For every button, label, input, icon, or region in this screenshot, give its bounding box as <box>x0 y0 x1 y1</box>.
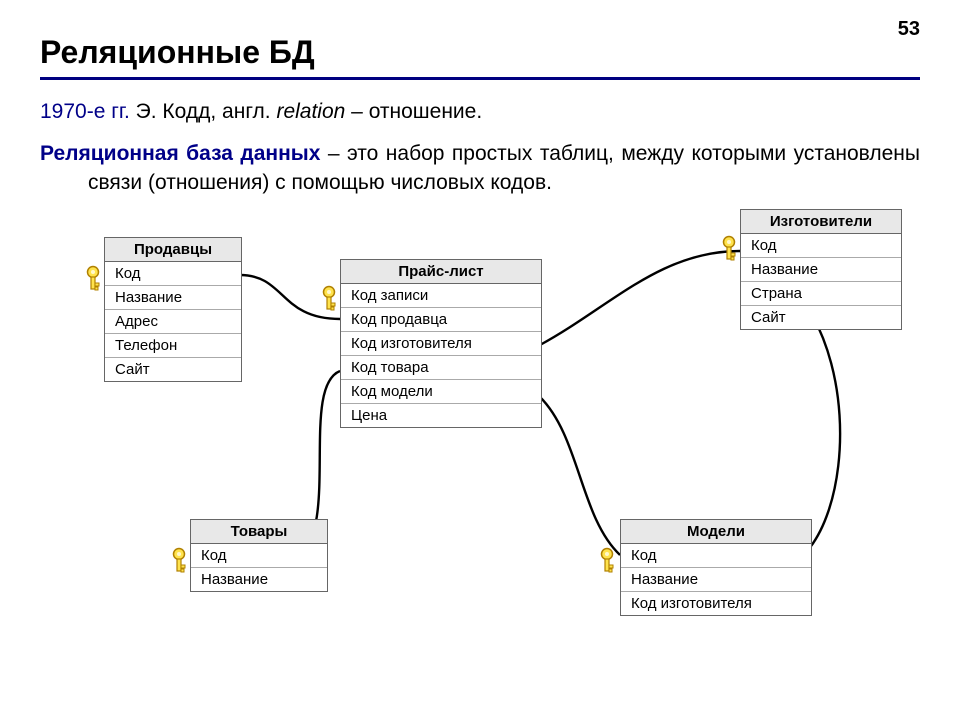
entity-field: Цена <box>341 404 541 427</box>
entity-field: Код товара <box>341 356 541 380</box>
entity-pricelist: Прайс-лист Код записи Код продавца Код и… <box>340 259 542 428</box>
entity-field: Название <box>105 286 241 310</box>
entity-header: Товары <box>191 520 327 544</box>
definition-lead: Реляционная база данных <box>40 142 320 165</box>
entity-field: Код изготовителя <box>621 592 811 615</box>
entity-field: Код <box>741 234 901 258</box>
page-number: 53 <box>898 18 920 41</box>
entity-header: Продавцы <box>105 238 241 262</box>
entity-field: Код <box>191 544 327 568</box>
entity-field: Сайт <box>105 358 241 381</box>
key-icon <box>168 547 190 575</box>
entity-field: Сайт <box>741 306 901 329</box>
intro-lead: 1970-е гг. <box>40 100 130 123</box>
entity-sellers: Продавцы Код Название Адрес Телефон Сайт <box>104 237 242 382</box>
entity-goods: Товары Код Название <box>190 519 328 592</box>
intro-italic: relation <box>276 100 345 123</box>
intro-rest2: – отношение. <box>345 100 482 123</box>
entity-field: Название <box>741 258 901 282</box>
entity-field: Код изготовителя <box>341 332 541 356</box>
key-icon <box>596 547 618 575</box>
entity-field: Код продавца <box>341 308 541 332</box>
intro-text: 1970-е гг. Э. Кодд, англ. relation – отн… <box>40 98 920 126</box>
key-icon <box>318 285 340 313</box>
entity-manufacturers: Изготовители Код Название Страна Сайт <box>740 209 902 330</box>
er-diagram: Продавцы Код Название Адрес Телефон Сайт… <box>40 207 920 647</box>
entity-field: Название <box>621 568 811 592</box>
entity-field: Название <box>191 568 327 591</box>
entity-field: Код <box>105 262 241 286</box>
key-icon <box>82 265 104 293</box>
entity-header: Изготовители <box>741 210 901 234</box>
entity-models: Модели Код Название Код изготовителя <box>620 519 812 616</box>
title-rule <box>40 77 920 80</box>
slide-title: Реляционные БД <box>40 34 920 71</box>
entity-field: Код записи <box>341 284 541 308</box>
entity-field: Адрес <box>105 310 241 334</box>
entity-field: Страна <box>741 282 901 306</box>
intro-rest1: Э. Кодд, англ. <box>130 100 277 123</box>
entity-header: Прайс-лист <box>341 260 541 284</box>
entity-header: Модели <box>621 520 811 544</box>
entity-field: Код <box>621 544 811 568</box>
key-icon <box>718 235 740 263</box>
entity-field: Телефон <box>105 334 241 358</box>
definition-text: Реляционная база данных – это набор прос… <box>40 140 920 197</box>
entity-field: Код модели <box>341 380 541 404</box>
